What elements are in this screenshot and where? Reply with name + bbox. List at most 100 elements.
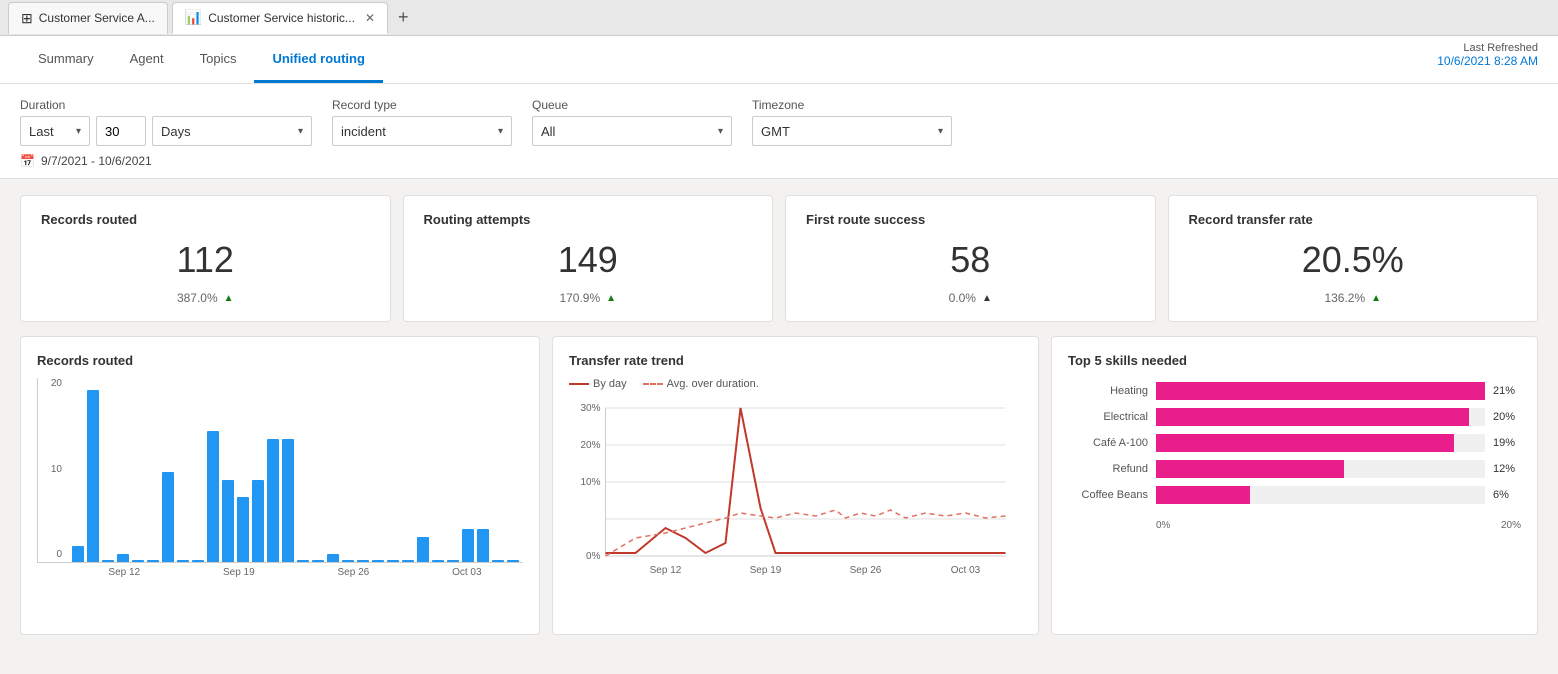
- timezone-filter: Timezone GMT ▾: [752, 98, 952, 146]
- first-route-title: First route success: [806, 212, 1135, 227]
- skill-pct: 21%: [1493, 385, 1521, 397]
- skill-row: Café A-10019%: [1068, 434, 1521, 452]
- skill-pct: 12%: [1493, 463, 1521, 475]
- first-route-footer: 0.0% ▲: [806, 291, 1135, 305]
- bar-chart-container: 20 10 0 Sep 12 Sep 19 Sep 26 Oct 03: [37, 378, 523, 598]
- skill-bar-fill: [1156, 408, 1469, 426]
- bar: [282, 439, 294, 562]
- trend-up-icon: ▲: [606, 293, 616, 304]
- bar: [417, 537, 429, 562]
- skill-bar-track: [1156, 460, 1485, 478]
- routing-attempts-footer: 170.9% ▲: [424, 291, 753, 305]
- tab-agent[interactable]: Agent: [112, 36, 182, 83]
- calendar-icon: 📅: [20, 154, 35, 168]
- duration-qualifier-select[interactable]: Last ▾: [20, 116, 90, 146]
- filters-section: Duration Last ▾ Days ▾ Record type incid…: [0, 84, 1558, 179]
- skill-row: Electrical 20%: [1068, 408, 1521, 426]
- report-tab[interactable]: 📊 Customer Service historic... ✕: [172, 2, 388, 34]
- metric-card-first-route: First route success 58 0.0% ▲: [785, 195, 1156, 322]
- skill-bar-track: [1156, 382, 1485, 400]
- timezone-label: Timezone: [752, 98, 952, 112]
- bar-chart-yaxis: 20 10 0: [38, 378, 62, 562]
- tab-unified-routing[interactable]: Unified routing: [254, 36, 382, 83]
- content-area: Records routed 112 387.0% ▲ Routing atte…: [0, 179, 1558, 651]
- bar-chart-xaxis: Sep 12 Sep 19 Sep 26 Oct 03: [37, 567, 523, 578]
- skill-label: Refund: [1068, 463, 1148, 475]
- svg-text:0%: 0%: [586, 551, 601, 562]
- svg-text:30%: 30%: [580, 403, 600, 414]
- duration-label: Duration: [20, 98, 312, 112]
- bar: [462, 529, 474, 562]
- bar: [402, 560, 414, 562]
- last-refreshed: Last Refreshed 10/6/2021 8:28 AM: [1437, 42, 1538, 68]
- routing-attempts-value: 149: [424, 239, 753, 281]
- duration-controls: Last ▾ Days ▾: [20, 116, 312, 146]
- bar: [117, 554, 129, 562]
- skill-label: Heating: [1068, 385, 1148, 397]
- svg-text:Sep 19: Sep 19: [750, 565, 782, 576]
- metric-cards: Records routed 112 387.0% ▲ Routing atte…: [20, 195, 1538, 322]
- records-routed-chart: Records routed 20 10 0 Sep 12 Sep 19 Sep…: [20, 336, 540, 635]
- main-navigation: Summary Agent Topics Unified routing Las…: [0, 36, 1558, 84]
- skills-xaxis: 0% 20%: [1068, 520, 1521, 531]
- skill-label: Electrical: [1068, 411, 1148, 423]
- transfer-rate-footer: 136.2% ▲: [1189, 291, 1518, 305]
- bar: [267, 439, 279, 562]
- filters-row: Duration Last ▾ Days ▾ Record type incid…: [20, 98, 1538, 146]
- bar: [207, 431, 219, 562]
- skill-bar-fill: [1156, 382, 1485, 400]
- record-type-label: Record type: [332, 98, 512, 112]
- skill-pct: 6%: [1493, 489, 1521, 501]
- skill-row: Refund 12%: [1068, 460, 1521, 478]
- bar: [327, 554, 339, 562]
- records-chart-title: Records routed: [37, 353, 523, 368]
- chevron-down-icon: ▾: [76, 126, 81, 137]
- chevron-down-icon: ▾: [938, 126, 943, 137]
- record-type-select[interactable]: incident ▾: [332, 116, 512, 146]
- bar: [252, 480, 264, 562]
- timezone-select[interactable]: GMT ▾: [752, 116, 952, 146]
- app-tab[interactable]: ⊞ Customer Service A...: [8, 2, 168, 34]
- skill-row: Heating 21%: [1068, 382, 1521, 400]
- chart-legend: By day Avg. over duration.: [569, 378, 1022, 390]
- metric-card-records-routed: Records routed 112 387.0% ▲: [20, 195, 391, 322]
- skill-bars: Heating 21% Electrical 20% Café A-10019% Refu…: [1068, 378, 1521, 516]
- metric-card-routing-attempts: Routing attempts 149 170.9% ▲: [403, 195, 774, 322]
- tab-topics[interactable]: Topics: [182, 36, 255, 83]
- svg-text:Oct 03: Oct 03: [951, 565, 981, 576]
- tab-summary[interactable]: Summary: [20, 36, 112, 83]
- app-tab-icon: ⊞: [21, 10, 33, 27]
- bar: [492, 560, 504, 562]
- skill-row: Coffee Beans6%: [1068, 486, 1521, 504]
- skill-bar-fill: [1156, 434, 1454, 452]
- queue-filter: Queue All ▾: [532, 98, 732, 146]
- bar: [147, 560, 159, 562]
- duration-value-input[interactable]: [96, 116, 146, 146]
- date-range: 📅 9/7/2021 - 10/6/2021: [20, 154, 1538, 168]
- duration-unit-select[interactable]: Days ▾: [152, 116, 312, 146]
- bar: [102, 560, 114, 562]
- skills-chart-title: Top 5 skills needed: [1068, 353, 1521, 368]
- app-tab-label: Customer Service A...: [39, 11, 155, 25]
- routing-attempts-title: Routing attempts: [424, 212, 753, 227]
- bar: [177, 560, 189, 562]
- trend-up-icon: ▲: [224, 293, 234, 304]
- bar: [372, 560, 384, 562]
- skill-pct: 20%: [1493, 411, 1521, 423]
- trend-up-icon: ▲: [1371, 293, 1381, 304]
- charts-row: Records routed 20 10 0 Sep 12 Sep 19 Sep…: [20, 336, 1538, 635]
- queue-select[interactable]: All ▾: [532, 116, 732, 146]
- bar: [237, 497, 249, 562]
- legend-avg: Avg. over duration.: [643, 378, 759, 390]
- bar: [162, 472, 174, 562]
- browser-tab-bar: ⊞ Customer Service A... 📊 Customer Servi…: [0, 0, 1558, 36]
- skill-bar-track: [1156, 408, 1485, 426]
- new-tab-button[interactable]: +: [392, 7, 415, 28]
- skill-bar-fill: [1156, 460, 1344, 478]
- close-tab-button[interactable]: ✕: [365, 11, 375, 25]
- bar: [342, 560, 354, 562]
- bar: [507, 560, 519, 562]
- bar: [222, 480, 234, 562]
- duration-filter: Duration Last ▾ Days ▾: [20, 98, 312, 146]
- trend-neutral-icon: ▲: [982, 293, 992, 304]
